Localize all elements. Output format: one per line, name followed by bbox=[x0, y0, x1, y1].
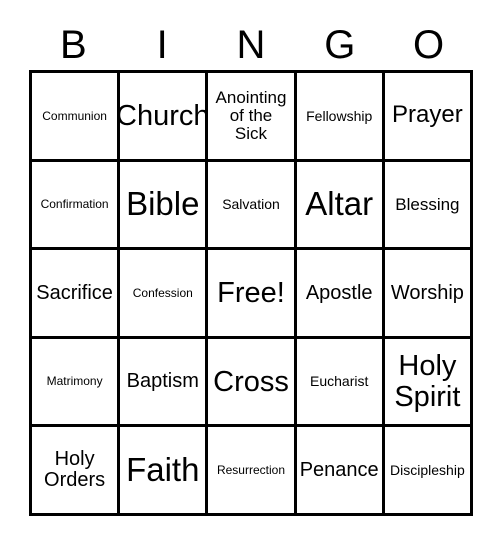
bingo-grid: Communion Church Anointing of the Sick F… bbox=[29, 70, 473, 516]
bingo-cell[interactable]: Sacrifice bbox=[32, 250, 118, 336]
bingo-cell[interactable]: Apostle bbox=[296, 250, 382, 336]
bingo-cell-free[interactable]: Free! bbox=[208, 250, 294, 336]
bingo-cell[interactable]: Altar bbox=[296, 161, 382, 248]
bingo-header-row: B I N G O bbox=[29, 22, 473, 68]
bingo-cell-label: Faith bbox=[126, 451, 200, 489]
bingo-cell-label: Matrimony bbox=[46, 374, 103, 389]
bingo-cell-label: Holy Spirit bbox=[394, 350, 461, 413]
bingo-cell[interactable]: Bible bbox=[120, 161, 206, 248]
bingo-cell-label: Confession bbox=[132, 285, 193, 300]
bingo-cell-label: Discipleship bbox=[390, 461, 465, 478]
bingo-cell[interactable]: Resurrection bbox=[208, 427, 294, 513]
bingo-cell-label: Confirmation bbox=[40, 197, 109, 212]
bingo-cell[interactable]: Salvation bbox=[208, 161, 294, 248]
header-letter-n: N bbox=[236, 23, 266, 67]
bingo-cell-label: Cross bbox=[213, 365, 289, 398]
bingo-cell-label: Church bbox=[120, 99, 206, 132]
bingo-cell-label: Penance bbox=[299, 458, 379, 481]
header-letter-b: B bbox=[60, 23, 87, 67]
bingo-cell-label: Baptism bbox=[126, 370, 199, 393]
bingo-cell[interactable]: Faith bbox=[120, 427, 206, 513]
bingo-cell-label: Blessing bbox=[395, 194, 460, 214]
bingo-cell-label: Bible bbox=[126, 185, 200, 223]
header-letter-i: I bbox=[156, 23, 168, 67]
bingo-cell-label: Resurrection bbox=[216, 462, 285, 477]
bingo-cell[interactable]: Holy Orders bbox=[32, 427, 118, 513]
bingo-cell[interactable]: Eucharist bbox=[296, 338, 382, 425]
bingo-cell-label: Communion bbox=[42, 108, 107, 123]
bingo-cell-label: Free! bbox=[217, 276, 285, 309]
bingo-cell[interactable]: Holy Spirit bbox=[384, 338, 470, 425]
bingo-cell[interactable]: Discipleship bbox=[384, 427, 470, 513]
bingo-cell[interactable]: Penance bbox=[296, 427, 382, 513]
bingo-cell[interactable]: Fellowship bbox=[296, 73, 382, 159]
bingo-cell-label: Eucharist bbox=[310, 373, 369, 390]
header-letter-o: O bbox=[413, 23, 445, 67]
bingo-cell[interactable]: Blessing bbox=[384, 161, 470, 248]
bingo-cell-label: Salvation bbox=[222, 196, 280, 213]
bingo-cell[interactable]: Baptism bbox=[120, 338, 206, 425]
bingo-card: B I N G O Communion Church Anointing of … bbox=[0, 0, 501, 544]
bingo-cell-label: Apostle bbox=[305, 281, 373, 304]
bingo-cell[interactable]: Confession bbox=[120, 250, 206, 336]
bingo-cell-label: Holy Orders bbox=[44, 448, 106, 492]
bingo-cell-label: Anointing of the Sick bbox=[215, 88, 287, 143]
bingo-cell[interactable]: Matrimony bbox=[32, 338, 118, 425]
bingo-cell[interactable]: Prayer bbox=[384, 73, 470, 159]
bingo-cell[interactable]: Worship bbox=[384, 250, 470, 336]
bingo-cell[interactable]: Cross bbox=[208, 338, 294, 425]
bingo-cell[interactable]: Anointing of the Sick bbox=[208, 73, 294, 159]
bingo-cell-label: Worship bbox=[390, 281, 464, 304]
bingo-cell[interactable]: Confirmation bbox=[32, 161, 118, 248]
bingo-cell[interactable]: Church bbox=[120, 73, 206, 159]
bingo-cell-label: Altar bbox=[305, 185, 374, 223]
bingo-cell-label: Sacrifice bbox=[36, 281, 113, 304]
header-letter-g: G bbox=[324, 23, 356, 67]
bingo-cell-label: Prayer bbox=[392, 101, 463, 129]
bingo-cell[interactable]: Communion bbox=[32, 73, 118, 159]
bingo-cell-label: Fellowship bbox=[306, 107, 373, 124]
